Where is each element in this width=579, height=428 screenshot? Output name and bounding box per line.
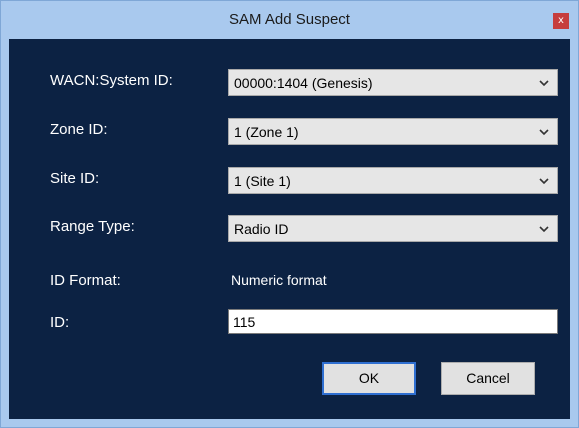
id-label: ID: — [50, 314, 70, 331]
chevron-down-icon — [539, 226, 549, 233]
range-type-dropdown[interactable]: Radio ID — [228, 215, 558, 242]
title-bar[interactable]: SAM Add Suspect x — [1, 1, 578, 39]
id-format-label: ID Format: — [50, 272, 121, 289]
site-id-dropdown[interactable]: 1 (Site 1) — [228, 167, 558, 194]
zone-id-dropdown[interactable]: 1 (Zone 1) — [228, 118, 558, 145]
site-id-label: Site ID: — [50, 170, 100, 187]
cancel-button[interactable]: Cancel — [441, 362, 535, 395]
id-input-value: 115 — [233, 314, 256, 330]
window-title: SAM Add Suspect — [229, 11, 350, 28]
dialog-window: SAM Add Suspect x WACN:System ID: 00000:… — [0, 0, 579, 428]
wacn-system-id-value: 00000:1404 (Genesis) — [234, 75, 373, 91]
ok-button[interactable]: OK — [322, 362, 416, 395]
chevron-down-icon — [539, 129, 549, 136]
chevron-down-icon — [539, 80, 549, 87]
site-id-value: 1 (Site 1) — [234, 173, 291, 189]
range-type-value: Radio ID — [234, 221, 289, 237]
zone-id-label: Zone ID: — [50, 121, 108, 138]
wacn-system-id-dropdown[interactable]: 00000:1404 (Genesis) — [228, 69, 558, 96]
dialog-body: WACN:System ID: 00000:1404 (Genesis) Zon… — [9, 39, 570, 419]
zone-id-value: 1 (Zone 1) — [234, 124, 299, 140]
range-type-label: Range Type: — [50, 218, 135, 235]
chevron-down-icon — [539, 178, 549, 185]
id-format-value: Numeric format — [231, 272, 327, 288]
close-icon: x — [558, 15, 564, 26]
id-input[interactable]: 115 — [228, 309, 558, 334]
close-button[interactable]: x — [553, 13, 569, 29]
wacn-system-id-label: WACN:System ID: — [50, 72, 173, 89]
